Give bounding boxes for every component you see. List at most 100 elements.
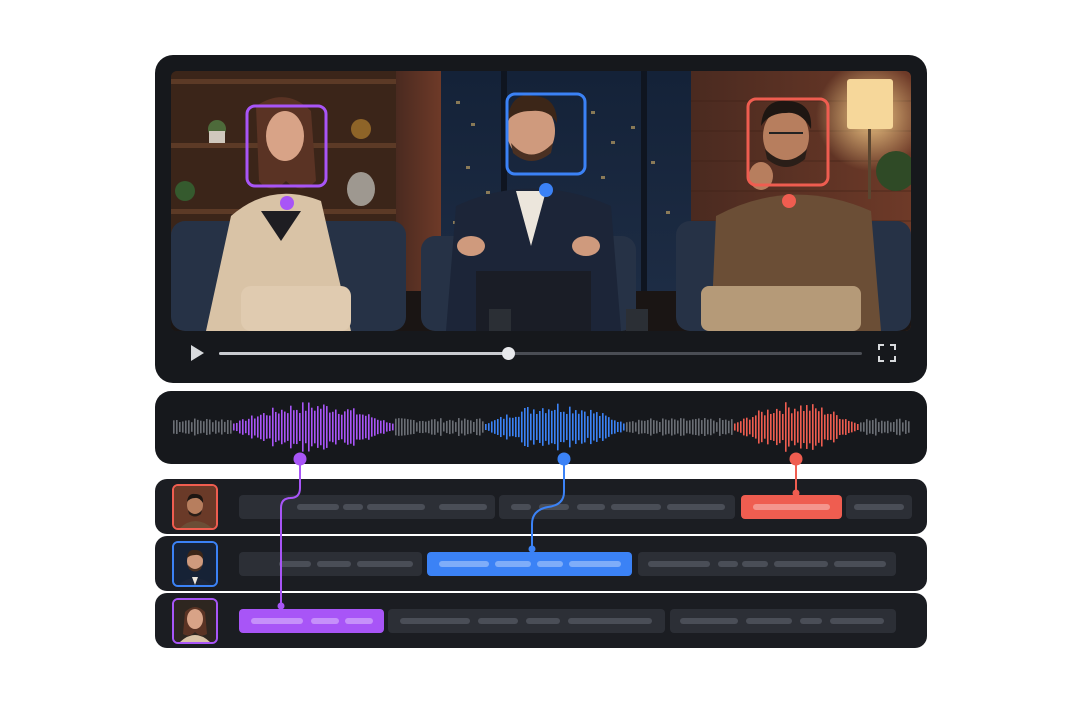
waveform-bar <box>578 413 580 441</box>
waveform-bar <box>188 420 190 434</box>
waveform-bar <box>320 408 322 446</box>
waveform-bar <box>641 420 643 434</box>
waveform-bar <box>446 420 448 434</box>
speech-segment[interactable] <box>499 495 735 519</box>
waveform-bar <box>605 415 607 439</box>
waveform-bar <box>230 420 232 434</box>
waveform-bar <box>221 419 223 435</box>
waveform-bar <box>275 411 277 443</box>
speech-segment-active[interactable] <box>239 609 384 633</box>
fullscreen-icon[interactable] <box>877 343 897 363</box>
waveform-bar <box>401 418 403 436</box>
waveform-bar <box>404 418 406 436</box>
speech-segment[interactable] <box>388 609 665 633</box>
waveform-bar <box>233 423 235 431</box>
waveform-bar <box>479 418 481 436</box>
waveform-bar <box>443 422 445 432</box>
waveform-bar <box>329 412 331 442</box>
waveform-bar <box>386 422 388 432</box>
progress-track[interactable] <box>219 347 862 360</box>
waveform-bar <box>839 418 841 436</box>
waveform-bar <box>725 419 727 435</box>
waveform-bar <box>905 420 907 434</box>
waveform-bar <box>359 414 361 440</box>
waveform-bar <box>266 415 268 439</box>
waveform-bar <box>680 418 682 436</box>
waveform-bar <box>425 421 427 433</box>
waveform-bar <box>476 418 478 436</box>
waveform-bar <box>374 418 376 436</box>
waveform-bar <box>761 411 763 443</box>
waveform-bar <box>884 421 886 433</box>
waveform-bar <box>686 420 688 434</box>
waveform-bar <box>746 417 748 437</box>
waveform-bar <box>785 402 787 452</box>
waveform-bar <box>254 418 256 436</box>
video-frame[interactable] <box>171 71 911 331</box>
waveform-bar <box>461 420 463 434</box>
waveform-bar <box>242 419 244 435</box>
waveform-bar <box>887 420 889 434</box>
waveform-bar <box>182 421 184 433</box>
waveform-bar <box>710 418 712 436</box>
waveform-bar <box>689 420 691 434</box>
play-icon[interactable] <box>187 343 207 363</box>
waveform-bar <box>314 410 316 444</box>
speech-segment-active[interactable] <box>427 552 632 576</box>
avatar-speaker-right-man[interactable] <box>172 484 218 530</box>
waveform-bar <box>497 419 499 435</box>
waveform-bar <box>767 409 769 445</box>
speech-segment[interactable] <box>239 495 495 519</box>
waveform-bar <box>779 410 781 444</box>
waveform-bar <box>836 415 838 439</box>
waveform-bar <box>860 422 862 432</box>
waveform-bar <box>830 414 832 440</box>
waveform-bar <box>590 409 592 445</box>
waveform-bar <box>614 420 616 434</box>
speech-segment[interactable] <box>638 552 896 576</box>
waveform-bar <box>332 411 334 443</box>
waveform-bar <box>485 424 487 430</box>
speech-segment[interactable] <box>239 552 422 576</box>
waveform-bar <box>521 411 523 443</box>
waveform-bar <box>530 413 532 441</box>
avatar-speaker-center-man[interactable] <box>172 541 218 587</box>
waveform-bar <box>398 418 400 436</box>
waveform-bar <box>845 419 847 435</box>
waveform-bar <box>515 416 517 438</box>
waveform-bar <box>185 420 187 434</box>
waveform-bar <box>773 413 775 441</box>
waveform-bar <box>218 421 220 433</box>
waveform-bar <box>206 418 208 436</box>
waveform-bar <box>854 422 856 432</box>
waveform-bar <box>173 420 175 434</box>
speech-segment[interactable] <box>846 495 912 519</box>
progress-knob[interactable] <box>502 347 516 360</box>
waveform-bar <box>503 418 505 436</box>
waveform-bar <box>827 413 829 441</box>
waveform-bar <box>335 409 337 445</box>
waveform-bar <box>764 415 766 439</box>
waveform-bar <box>740 421 742 433</box>
speech-segment-active[interactable] <box>741 495 842 519</box>
waveform-bar <box>731 419 733 435</box>
waveform-bar <box>695 418 697 436</box>
speaker-diarization-view <box>0 0 1080 720</box>
audio-waveform-panel[interactable] <box>155 391 927 464</box>
waveform-bar <box>584 411 586 443</box>
waveform-bar <box>419 421 421 433</box>
waveform-bar <box>632 421 634 433</box>
waveform-bar <box>662 418 664 436</box>
waveform-bar <box>902 422 904 432</box>
progress-fill <box>219 352 509 355</box>
speech-segment[interactable] <box>670 609 896 633</box>
waveform-bar <box>344 411 346 443</box>
waveform-bar <box>470 420 472 434</box>
waveform-bar <box>545 413 547 441</box>
avatar-speaker-woman[interactable] <box>172 598 218 644</box>
waveform-bar <box>482 421 484 433</box>
waveform-bar <box>776 408 778 446</box>
waveform-bar <box>524 407 526 447</box>
waveform-bar <box>848 420 850 434</box>
waveform-bar <box>413 420 415 434</box>
